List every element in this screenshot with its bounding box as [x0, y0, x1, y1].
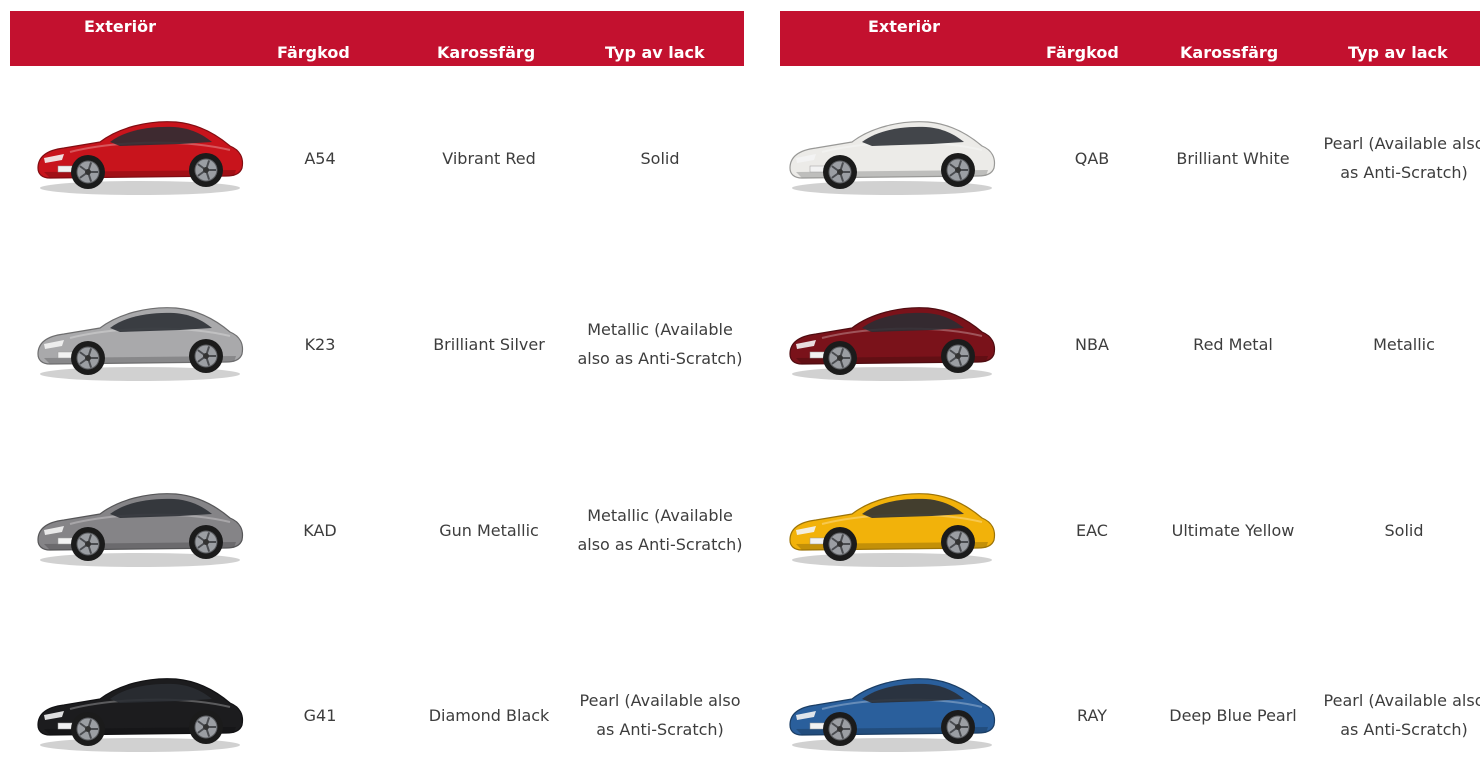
paint-type: Metallic (Available also as Anti-Scratch…: [577, 506, 743, 554]
color-code: QAB: [1074, 148, 1110, 168]
color-code: K23: [304, 334, 336, 354]
car-blue-icon: [789, 678, 996, 752]
paint-type: Pearl (Available also as Anti-Scratch): [579, 691, 741, 739]
body-color-name: Gun Metallic: [439, 520, 539, 540]
body-color-name: Red Metal: [1193, 334, 1273, 354]
paint-type: Solid: [1384, 520, 1424, 540]
table-header: Exteriör Färgkod Karossfärg Typ av lack: [10, 11, 744, 66]
header-paint-type: Typ av lack: [605, 43, 705, 62]
header-color-code: Färgkod: [277, 43, 350, 62]
paint-type: Pearl (Available also as Anti-Scratch): [1323, 134, 1480, 182]
color-table-right: Exteriör Färgkod Karossfärg Typ av lack …: [780, 0, 1480, 752]
color-code: A54: [304, 148, 336, 168]
table-row: QAB Brilliant White Pearl (Available also …: [780, 98, 1480, 218]
table-row: RAY Deep Blue Pearl Pearl (Available also …: [780, 655, 1480, 775]
header-color-code: Färgkod: [1046, 43, 1119, 62]
table-row: NBA Red Metal Metallic: [780, 284, 1480, 404]
car-darkred-icon: [789, 307, 996, 381]
paint-type: Pearl (Available also as Anti-Scratch): [1323, 691, 1480, 739]
paint-type: Metallic: [1373, 334, 1435, 354]
color-code: KAD: [303, 520, 337, 540]
header-body-color: Karossfärg: [1180, 43, 1279, 62]
table-row: K23 Brilliant Silver Metallic (Available a…: [10, 284, 744, 404]
color-code: RAY: [1077, 705, 1107, 725]
header-exterior: Exteriör: [868, 17, 941, 36]
car-gunmetal-icon: [37, 493, 244, 567]
body-color-name: Ultimate Yellow: [1171, 520, 1295, 540]
car-black-icon: [37, 678, 244, 752]
header-paint-type: Typ av lack: [1348, 43, 1448, 62]
paint-type: Metallic (Available also as Anti-Scratch…: [577, 320, 743, 368]
color-code: EAC: [1076, 520, 1108, 540]
table-header: Exteriör Färgkod Karossfärg Typ av lack: [780, 11, 1480, 66]
color-table-left: Exteriör Färgkod Karossfärg Typ av lack …: [10, 0, 744, 752]
body-color-name: Brilliant White: [1176, 148, 1290, 168]
car-red-icon: [37, 121, 244, 195]
table-row: EAC Ultimate Yellow Solid: [780, 470, 1480, 590]
body-color-name: Vibrant Red: [442, 148, 536, 168]
color-code: NBA: [1075, 334, 1109, 354]
header-body-color: Karossfärg: [437, 43, 536, 62]
body-color-name: Diamond Black: [428, 705, 550, 725]
header-exterior: Exteriör: [84, 17, 157, 36]
paint-type: Solid: [640, 148, 680, 168]
table-row: KAD Gun Metallic Metallic (Available also …: [10, 470, 744, 590]
body-color-name: Deep Blue Pearl: [1169, 705, 1297, 725]
table-row: A54 Vibrant Red Solid: [10, 98, 744, 218]
car-white-icon: [789, 121, 996, 195]
car-yellow-icon: [789, 493, 996, 567]
color-code: G41: [303, 705, 337, 725]
car-silver-icon: [37, 307, 244, 381]
table-row: G41 Diamond Black Pearl (Available also as…: [10, 655, 744, 775]
body-color-name: Brilliant Silver: [433, 334, 545, 354]
